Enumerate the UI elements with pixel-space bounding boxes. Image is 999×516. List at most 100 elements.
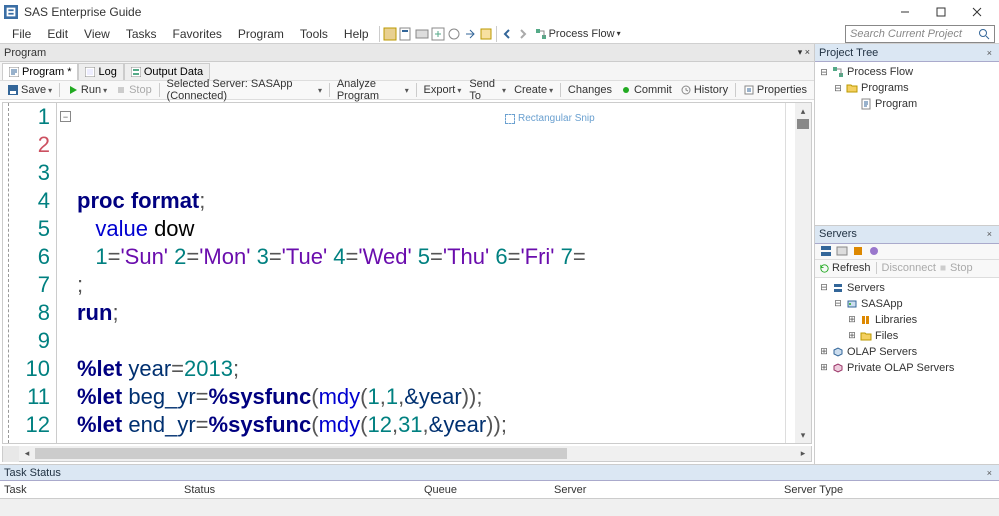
disconnect-label: Disconnect (882, 262, 936, 274)
servers-tree[interactable]: ⊟ Servers ⊟ SASApp ⊞ Libraries ⊞ (815, 278, 999, 464)
hscroll-track[interactable] (35, 446, 795, 461)
server-icon-1[interactable] (819, 244, 833, 258)
tree-root-processflow[interactable]: ⊟ Process Flow (819, 64, 995, 80)
toolbar-icon-4[interactable] (430, 26, 446, 42)
create-button[interactable]: Create▾ (511, 84, 556, 96)
changes-button[interactable]: Changes (565, 84, 615, 96)
nav-back-icon[interactable] (499, 26, 515, 42)
menu-tasks[interactable]: Tasks (118, 25, 165, 43)
tab-dropdown-icon[interactable]: ▾ × (798, 47, 810, 58)
menubar: File Edit View Tasks Favorites Program T… (0, 24, 999, 44)
maximize-button[interactable] (923, 0, 959, 24)
nav-forward-icon[interactable] (515, 26, 531, 42)
private-olap-servers[interactable]: ⊞ Private OLAP Servers (819, 360, 995, 376)
server-libraries[interactable]: ⊞ Libraries (819, 312, 995, 328)
refresh-button[interactable]: Refresh (819, 262, 871, 274)
subtab-program[interactable]: Program * (2, 63, 78, 80)
server-icon-3[interactable] (851, 244, 865, 258)
menu-help[interactable]: Help (336, 25, 377, 43)
toolbar-icon-5[interactable] (446, 26, 462, 42)
col-task[interactable]: Task (4, 484, 184, 496)
libraries-icon (860, 314, 872, 326)
analyze-button[interactable]: Analyze Program▾ (334, 78, 412, 102)
titlebar: SAS Enterprise Guide (0, 0, 999, 24)
toolbar-icon-2[interactable] (398, 26, 414, 42)
search-input[interactable]: Search Current Project (845, 25, 995, 43)
menu-favorites[interactable]: Favorites (165, 25, 230, 43)
processflow-icon (832, 66, 844, 78)
process-flow-button[interactable]: Process Flow ▾ (531, 28, 625, 40)
log-icon (85, 67, 95, 77)
refresh-label: Refresh (832, 262, 871, 274)
menu-view[interactable]: View (76, 25, 118, 43)
server-icon-4[interactable] (867, 244, 881, 258)
sendto-button[interactable]: Send To▾ (466, 78, 509, 102)
vertical-scrollbar[interactable]: ▴ ▾ (795, 103, 811, 443)
horizontal-scrollbar[interactable]: ◂ ▸ (2, 446, 812, 462)
panel-close-icon[interactable]: × (984, 468, 995, 478)
toolbar-divider (496, 26, 497, 42)
side-panels: Project Tree × ⊟ Process Flow ⊟ Programs… (815, 44, 999, 464)
menu-program[interactable]: Program (230, 25, 292, 43)
scroll-corner (3, 446, 19, 462)
server-sasapp[interactable]: ⊟ SASApp (819, 296, 995, 312)
main-area: Program ▾ × Program * Log Output Data Sa… (0, 44, 999, 464)
server-files[interactable]: ⊞ Files (819, 328, 995, 344)
hscroll-left-arrow[interactable]: ◂ (19, 448, 35, 459)
folder-icon (846, 82, 858, 94)
code-area[interactable]: Rectangular Snip proc format; value dow … (75, 103, 785, 443)
close-button[interactable] (959, 0, 995, 24)
selected-server[interactable]: Selected Server: SASApp (Connected)▾ (164, 78, 326, 102)
minimize-button[interactable] (887, 0, 923, 24)
history-button[interactable]: History (677, 84, 731, 96)
scroll-down-arrow[interactable]: ▾ (795, 427, 811, 443)
code-editor[interactable]: 123456789101112 − Rectangular Snip proc … (2, 102, 812, 444)
program-file-icon (860, 98, 872, 110)
toolbar-icon-7[interactable] (478, 26, 494, 42)
panel-close-icon[interactable]: × (984, 229, 995, 239)
run-button[interactable]: Run▾ (64, 84, 110, 96)
olap-icon (832, 346, 844, 358)
servers-toolbar: Refresh Disconnect Stop (815, 260, 999, 278)
properties-button[interactable]: Properties (740, 84, 810, 96)
servers-root-icon (832, 282, 844, 294)
col-servertype[interactable]: Server Type (784, 484, 995, 496)
menu-tools[interactable]: Tools (292, 25, 336, 43)
col-queue[interactable]: Queue (424, 484, 554, 496)
window-controls (887, 0, 995, 24)
save-button[interactable]: Save▾ (4, 84, 55, 96)
servers-stop-label: Stop (950, 262, 973, 274)
col-status[interactable]: Status (184, 484, 424, 496)
servers-root[interactable]: ⊟ Servers (819, 280, 995, 296)
tree-folder-programs[interactable]: ⊟ Programs (819, 80, 995, 96)
col-server[interactable]: Server (554, 484, 784, 496)
export-button[interactable]: Export▾ (421, 84, 465, 96)
fold-toggle[interactable]: − (60, 111, 71, 122)
tree-label: Program (875, 98, 917, 110)
process-flow-label: Process Flow (549, 28, 615, 40)
scroll-thumb[interactable] (797, 119, 809, 129)
fold-column: − (57, 103, 75, 443)
project-tree[interactable]: ⊟ Process Flow ⊟ Programs Program (815, 62, 999, 225)
menu-file[interactable]: File (4, 25, 39, 43)
subtab-log[interactable]: Log (78, 63, 123, 80)
toolbar-icon-6[interactable] (462, 26, 478, 42)
toolbar-icon-1[interactable] (382, 26, 398, 42)
commit-button[interactable]: Commit (617, 84, 675, 96)
scroll-up-arrow[interactable]: ▴ (795, 103, 811, 119)
disconnect-button: Disconnect (882, 262, 936, 274)
panel-close-icon[interactable]: × (984, 48, 995, 58)
toolbar-icon-3[interactable] (414, 26, 430, 42)
server-icon-2[interactable] (835, 244, 849, 258)
servers-header: Servers × (815, 226, 999, 244)
project-tree-title: Project Tree (819, 47, 878, 59)
hscroll-right-arrow[interactable]: ▸ (795, 448, 811, 459)
scroll-track[interactable] (795, 119, 811, 427)
program-tab-header[interactable]: Program ▾ × (0, 44, 814, 62)
hscroll-thumb[interactable] (35, 448, 567, 459)
menu-edit[interactable]: Edit (39, 25, 76, 43)
subtab-output-label: Output Data (144, 66, 203, 78)
subtab-program-label: Program (22, 66, 64, 78)
olap-servers[interactable]: ⊞ OLAP Servers (819, 344, 995, 360)
tree-item-program[interactable]: Program (819, 96, 995, 112)
